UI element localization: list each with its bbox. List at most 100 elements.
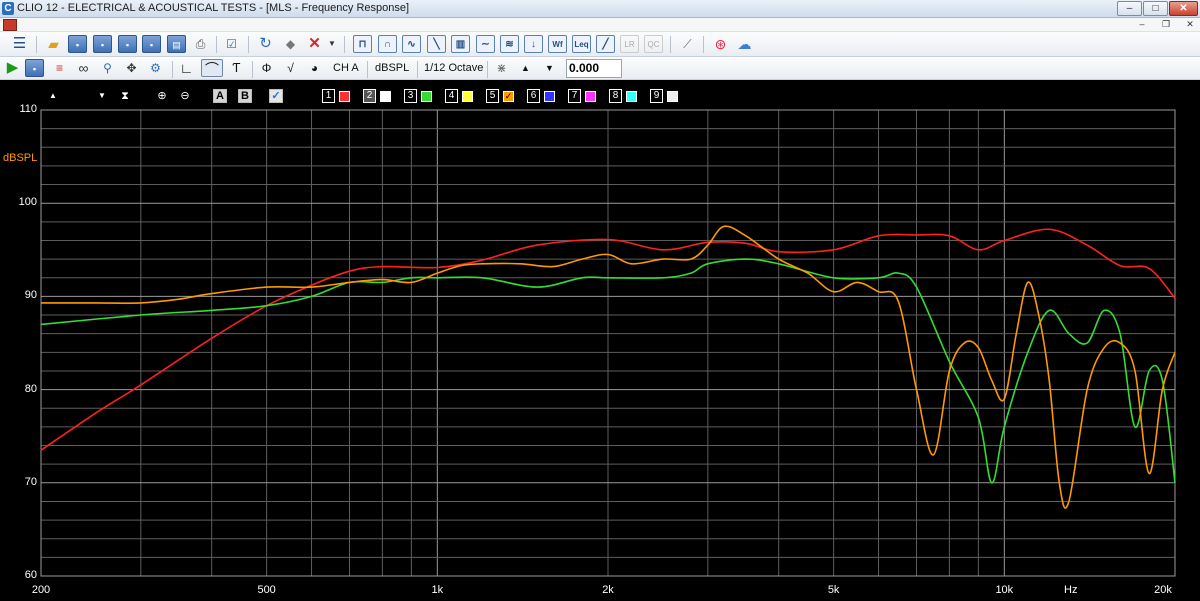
value-readout[interactable]: 0.000 — [566, 59, 622, 78]
waveform-cursor-icon[interactable]: √ — [281, 59, 300, 77]
plot-area[interactable] — [40, 109, 1176, 577]
zoom-in-icon[interactable]: ⊕ — [154, 88, 170, 104]
trace-number-2[interactable]: 2 — [363, 89, 376, 103]
ruler-icon[interactable]: ⟋ — [678, 35, 697, 53]
smoothing-icon[interactable]: ⌒ — [201, 59, 223, 77]
trace-color-swatch-1[interactable] — [339, 91, 350, 102]
toggle-b-button[interactable]: B — [238, 89, 252, 103]
toolbar-separator — [36, 36, 37, 53]
sinusoidal-icon[interactable]: ∩ — [378, 35, 397, 53]
mdi-restore-button[interactable]: ❐ — [1158, 19, 1174, 31]
save-measurement-icon[interactable]: ▪ — [25, 59, 44, 77]
trace-number-8[interactable]: 8 — [609, 89, 622, 103]
toolbar-separator — [252, 61, 253, 78]
linearity-icon[interactable]: ╱ — [596, 35, 615, 53]
microphone-icon[interactable]: Φ — [257, 59, 276, 77]
lr-icon: LR — [620, 35, 639, 53]
print-icon[interactable]: ⎙ — [191, 35, 210, 53]
trace-color-swatch-2[interactable] — [380, 91, 391, 102]
trace-number-3[interactable]: 3 — [404, 89, 417, 103]
toolbar-separator — [487, 61, 488, 78]
waterfall-icon[interactable]: ≋ — [500, 35, 519, 53]
toolbar-separator — [417, 61, 418, 78]
scale-up-icon[interactable]: ▲ — [46, 88, 60, 104]
delete-icon[interactable]: ✕ — [305, 35, 324, 53]
sine-icon[interactable]: ∼ — [476, 35, 495, 53]
dial-icon[interactable]: ◕ — [305, 59, 324, 77]
trace-number-6[interactable]: 6 — [527, 89, 540, 103]
x-tick-label: 200 — [31, 584, 51, 596]
mls-icon[interactable]: ⊓ — [353, 35, 372, 53]
save-as-icon[interactable]: ▪ — [93, 35, 112, 53]
settings-gear-icon[interactable]: ⚙ — [146, 59, 165, 77]
eraser-icon[interactable]: ◆ — [281, 35, 300, 53]
trace-color-swatch-9[interactable] — [667, 91, 678, 102]
maximize-button[interactable]: □ — [1143, 1, 1168, 16]
toolbar-separator — [344, 36, 345, 53]
frequency-response-chart[interactable] — [40, 109, 1176, 577]
trace-number-4[interactable]: 4 — [445, 89, 458, 103]
trace-number-1[interactable]: 1 — [322, 89, 335, 103]
trace-color-swatch-4[interactable] — [462, 91, 473, 102]
trace-color-swatch-6[interactable] — [544, 91, 555, 102]
play-icon[interactable]: ▶ — [3, 59, 22, 77]
menu-icon[interactable]: ☰ — [10, 35, 29, 53]
cloud-help-icon[interactable]: ☁ — [735, 35, 754, 53]
mdi-close-button[interactable]: ✕ — [1182, 19, 1198, 31]
smoothing-select[interactable]: 1/12 Octave — [421, 59, 486, 78]
x-tick-label: 5k — [827, 584, 840, 596]
overlay-icon[interactable]: ≡ — [50, 59, 69, 77]
loop-icon[interactable]: ∞ — [74, 59, 93, 77]
save-all-icon[interactable]: ▪ — [118, 35, 137, 53]
open-folder-icon[interactable]: ▰ — [44, 35, 63, 53]
trace-number-7[interactable]: 7 — [568, 89, 581, 103]
phase-icon[interactable]: Ƭ — [227, 59, 246, 77]
leq-icon[interactable]: Leq — [572, 35, 591, 53]
channel-select[interactable]: CH A — [330, 59, 362, 78]
up-arrow-icon[interactable]: ▲ — [516, 59, 535, 77]
trace-number-9[interactable]: 9 — [650, 89, 663, 103]
mdi-minimize-button[interactable]: ‒ — [1134, 19, 1150, 31]
checklist-icon[interactable]: ☑ — [222, 35, 241, 53]
export-icon[interactable]: ▪ — [142, 35, 161, 53]
dropdown-arrow-icon[interactable]: ▼ — [326, 35, 338, 53]
refresh-icon[interactable]: ↻ — [256, 35, 275, 53]
toggle-a-button[interactable]: A — [213, 89, 227, 103]
wf-icon[interactable]: Wf — [548, 35, 567, 53]
download-icon[interactable]: ↓ — [524, 35, 543, 53]
trace-color-swatch-5[interactable]: ✓ — [503, 91, 514, 102]
minimize-button[interactable]: ‒ — [1117, 1, 1142, 16]
expand-icon[interactable]: ⧗ — [118, 88, 132, 104]
marker-icon[interactable]: ∟ — [177, 59, 196, 77]
notes-icon[interactable]: ▤ — [167, 35, 186, 53]
save-icon[interactable]: ▪ — [68, 35, 87, 53]
title-bar: C CLIO 12 - ELECTRICAL & ACOUSTICAL TEST… — [0, 0, 1200, 18]
trace-color-swatch-7[interactable] — [585, 91, 596, 102]
scale-down-icon[interactable]: ▼ — [95, 88, 109, 104]
sweep-icon[interactable]: ╲ — [427, 35, 446, 53]
y-axis-title: dBSPL — [3, 152, 38, 164]
waveform-icon[interactable]: ∿ — [402, 35, 421, 53]
x-tick-label: 2k — [602, 584, 614, 596]
zoom-out-icon[interactable]: ⊖ — [177, 88, 193, 104]
trace-number-5[interactable]: 5 — [486, 89, 499, 103]
help-lifebuoy-icon[interactable]: ⊛ — [711, 35, 730, 53]
microphone-stand-icon[interactable]: ⚲ — [98, 59, 117, 77]
move-icon[interactable]: ✥ — [122, 59, 141, 77]
trace-color-swatch-8[interactable] — [626, 91, 637, 102]
toolbar-separator — [172, 61, 173, 78]
x-tick-label: 10k — [995, 584, 1014, 596]
toolbar-separator — [367, 61, 368, 78]
clio-app-icon[interactable]: C — [2, 2, 14, 15]
down-arrow-icon[interactable]: ▼ — [540, 59, 559, 77]
toolbar-separator — [703, 36, 704, 53]
graph-toolbar: ▲ ▼ ⧗ ⊕ ⊖ A B ✓ 1 2 3 4 5 ✓ 6 7 8 9 — [0, 88, 700, 106]
document-icon[interactable] — [3, 19, 17, 31]
close-button[interactable]: ✕ — [1169, 1, 1198, 16]
fft-icon[interactable]: ▥ — [451, 35, 470, 53]
y-tick-label: 110 — [19, 103, 37, 115]
check-toggle-button[interactable]: ✓ — [269, 89, 283, 103]
zoom-cursor-icon[interactable]: ⋇ — [492, 59, 511, 77]
trace-color-swatch-3[interactable] — [421, 91, 432, 102]
unit-select[interactable]: dBSPL — [372, 59, 412, 78]
